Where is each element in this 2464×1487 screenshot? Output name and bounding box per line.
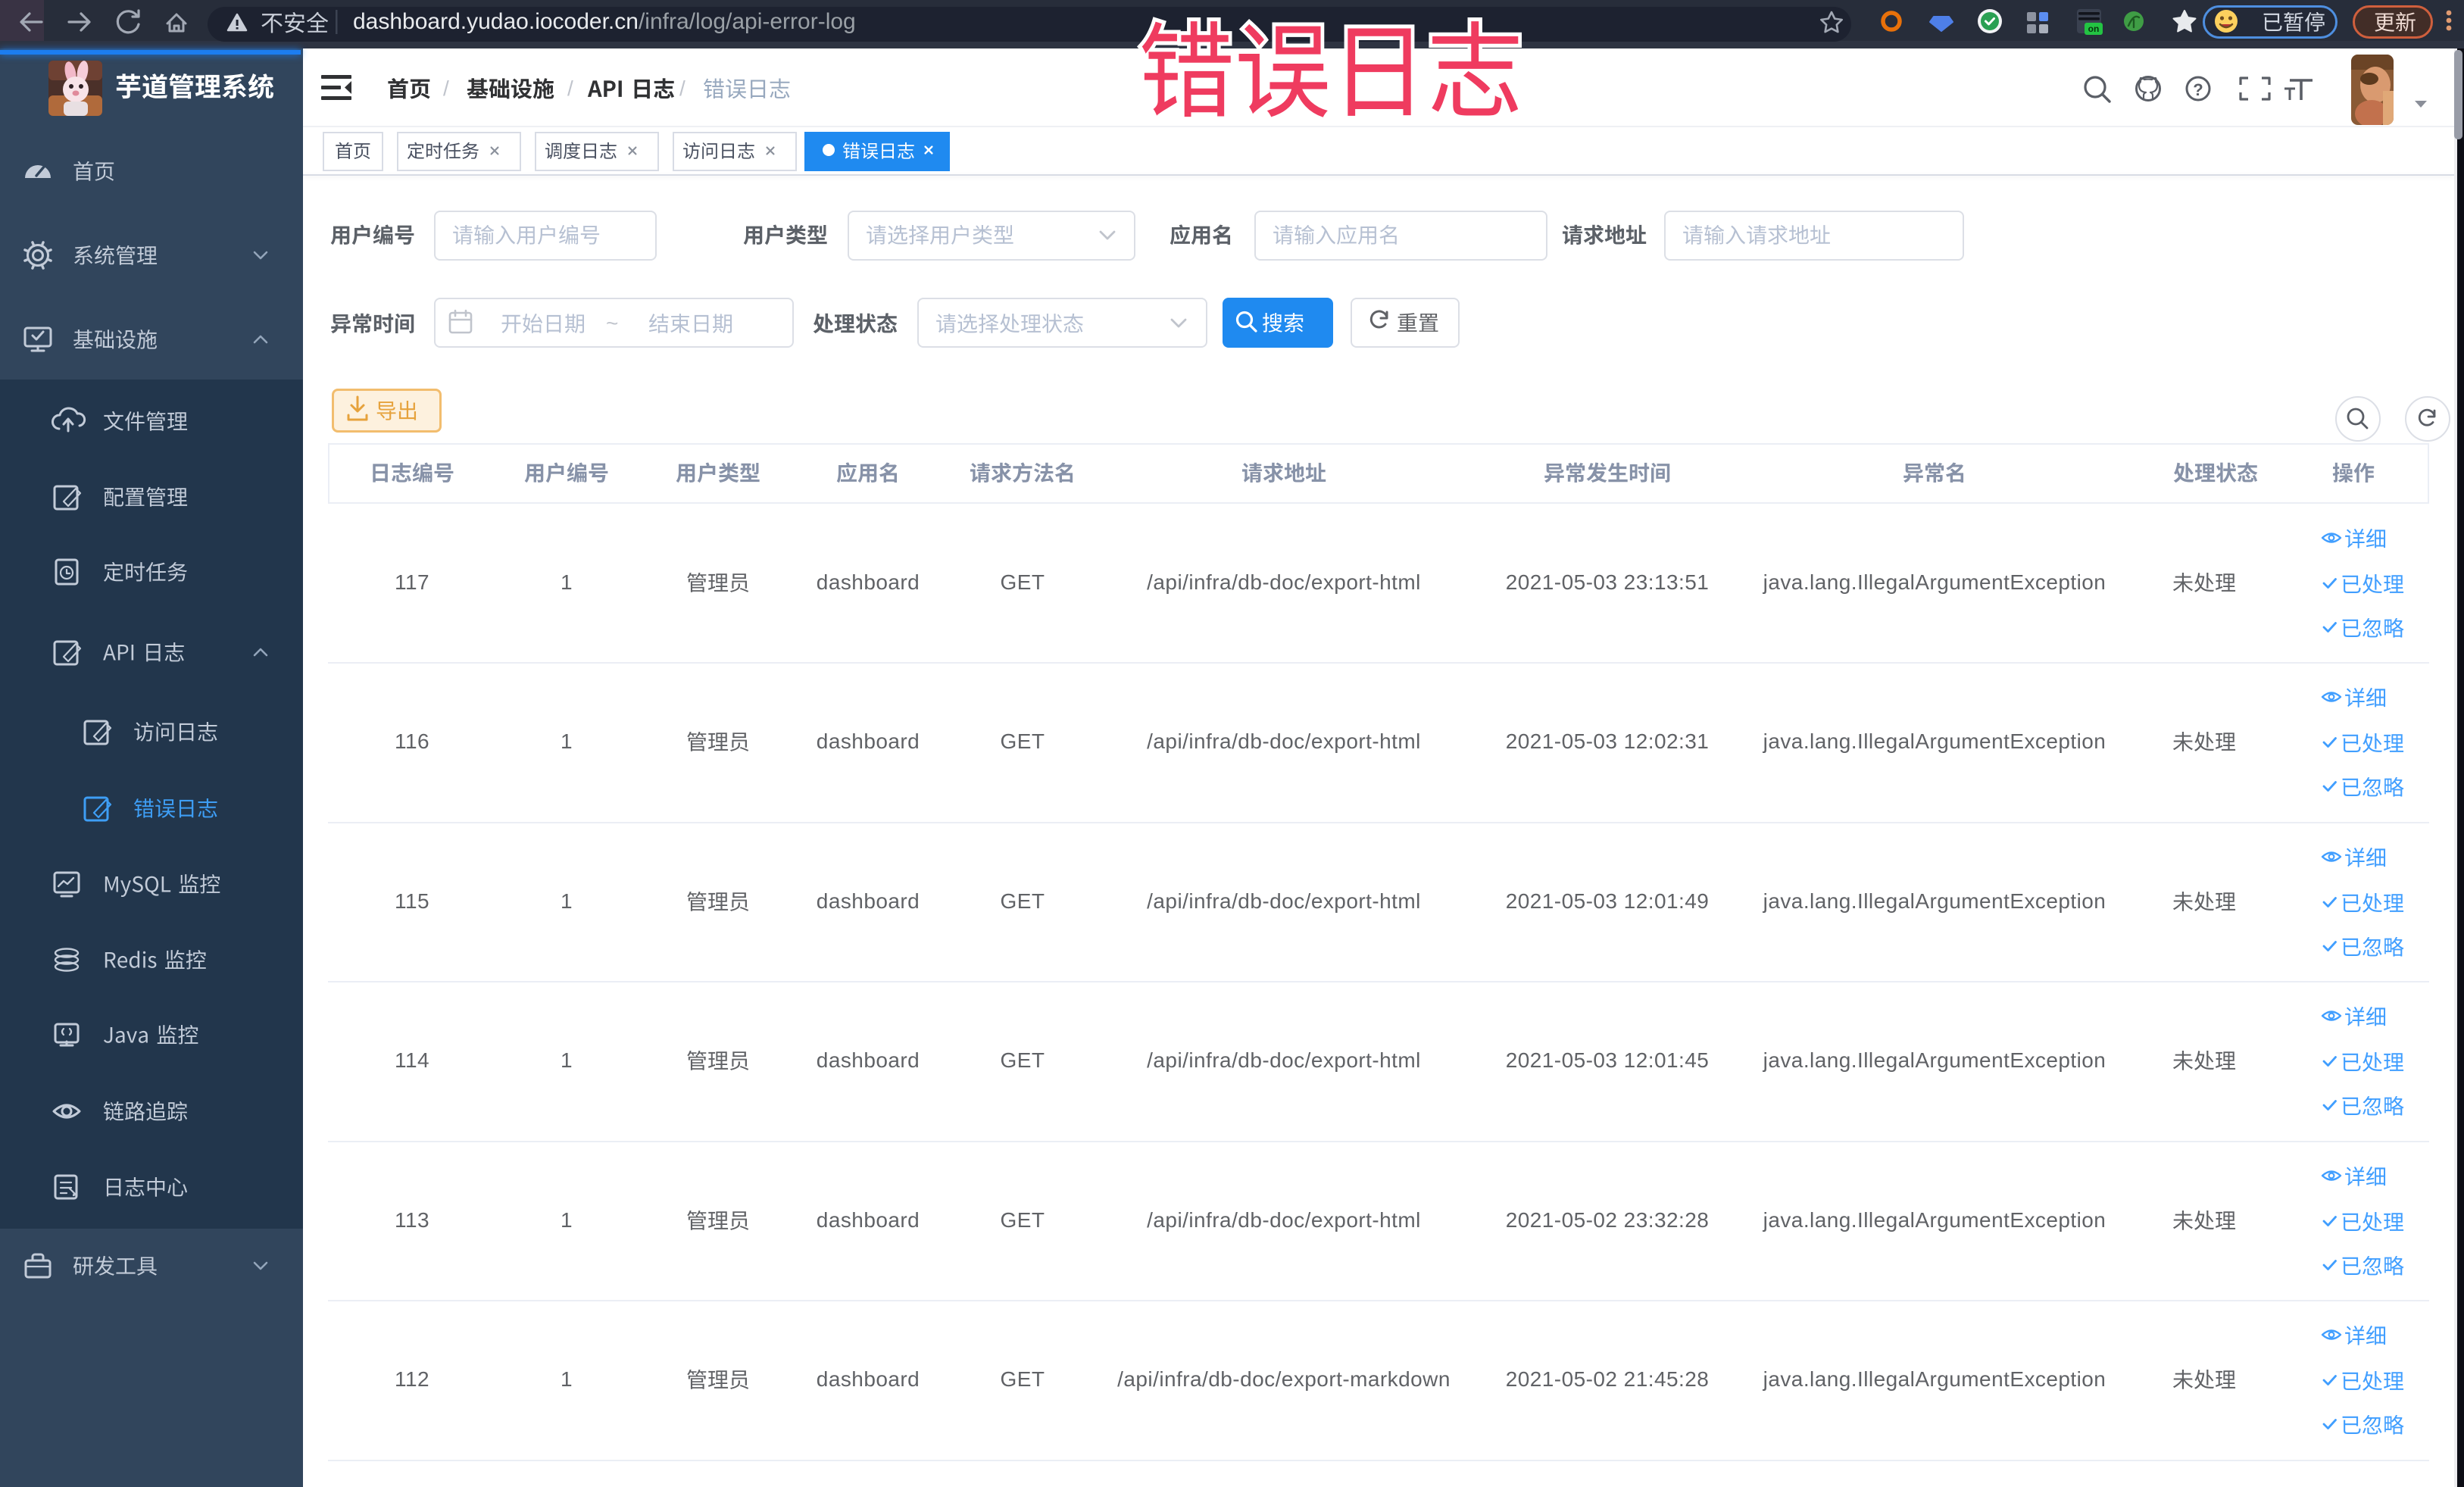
svg-text:?: ? bbox=[2193, 80, 2203, 99]
svg-text:on: on bbox=[2088, 23, 2100, 34]
